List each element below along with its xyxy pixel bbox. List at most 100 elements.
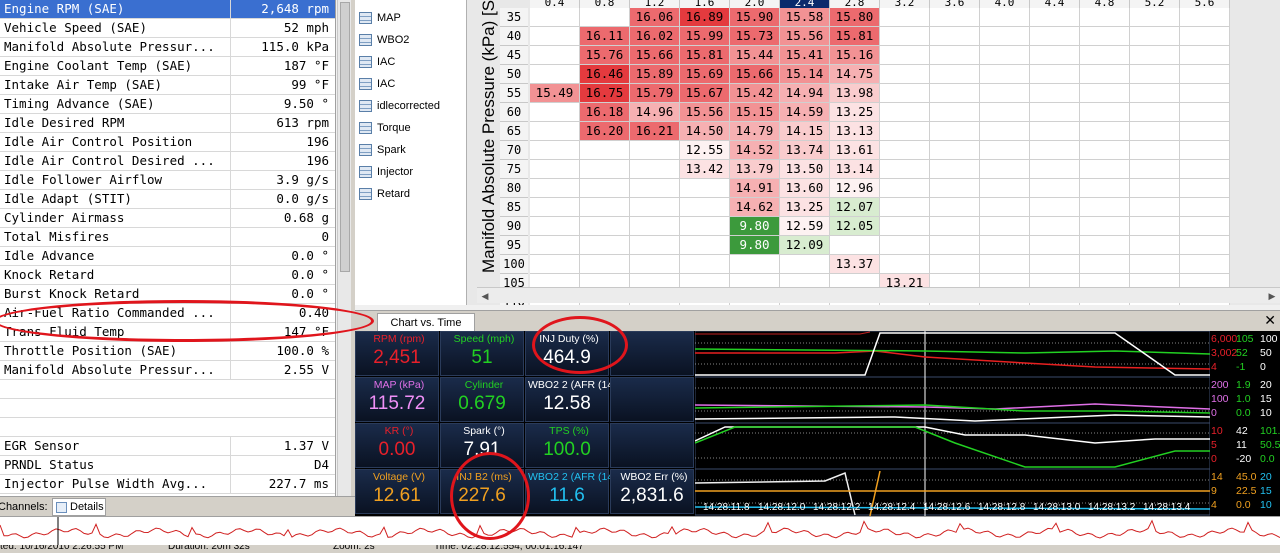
table-cell[interactable] bbox=[1080, 141, 1130, 160]
table-cell[interactable] bbox=[880, 65, 930, 84]
parameter-row[interactable]: Trans Fluid Temp 147 °F bbox=[0, 323, 335, 342]
table-cell[interactable] bbox=[1130, 122, 1180, 141]
table-cell[interactable] bbox=[1180, 65, 1230, 84]
table-cell[interactable]: 14.79 bbox=[730, 122, 780, 141]
row-header[interactable]: 40 bbox=[500, 27, 528, 46]
table-cell[interactable] bbox=[630, 141, 680, 160]
table-cell[interactable] bbox=[780, 255, 830, 274]
table-cell[interactable] bbox=[1080, 217, 1130, 236]
parameter-row[interactable]: Idle Follower Airflow 3.9 g/s bbox=[0, 171, 335, 190]
parameter-row[interactable]: Burst Knock Retard 0.0 ° bbox=[0, 285, 335, 304]
table-cell[interactable]: 15.90 bbox=[730, 8, 780, 27]
table-cell[interactable] bbox=[1080, 27, 1130, 46]
parameter-row[interactable]: Engine RPM (SAE) 2,648 rpm bbox=[0, 0, 335, 19]
column-header[interactable]: 5.6 bbox=[1180, 0, 1230, 8]
column-header[interactable]: 2.0 bbox=[730, 0, 780, 8]
table-cell[interactable] bbox=[730, 255, 780, 274]
table-cell[interactable]: 16.18 bbox=[580, 103, 630, 122]
table-cell[interactable] bbox=[530, 8, 580, 27]
table-cell[interactable]: 16.46 bbox=[580, 65, 630, 84]
table-cell[interactable]: 12.96 bbox=[830, 179, 880, 198]
table-cell[interactable] bbox=[530, 122, 580, 141]
parameter-row[interactable]: Vehicle Speed (SAE) 52 mph bbox=[0, 19, 335, 38]
table-cell[interactable] bbox=[1030, 103, 1080, 122]
table-cell[interactable] bbox=[980, 8, 1030, 27]
column-header[interactable]: 5.2 bbox=[1130, 0, 1180, 8]
table-cell[interactable]: 16.21 bbox=[630, 122, 680, 141]
table-cell[interactable] bbox=[880, 236, 930, 255]
table-cell[interactable]: 13.61 bbox=[830, 141, 880, 160]
table-cell[interactable]: 15.79 bbox=[630, 84, 680, 103]
table-cell[interactable] bbox=[980, 236, 1030, 255]
table-cell[interactable]: 16.20 bbox=[580, 122, 630, 141]
parameter-row[interactable]: Total Misfires 0 bbox=[0, 228, 335, 247]
table-cell[interactable] bbox=[930, 198, 980, 217]
table-cell[interactable]: 15.58 bbox=[780, 8, 830, 27]
table-cell[interactable]: 12.55 bbox=[680, 141, 730, 160]
table-cell[interactable] bbox=[830, 236, 880, 255]
table-cell[interactable] bbox=[980, 198, 1030, 217]
parameter-row[interactable]: Intake Air Temp (SAE) 99 °F bbox=[0, 76, 335, 95]
parameter-row[interactable]: Idle Air Control Position 196 bbox=[0, 133, 335, 152]
table-cell[interactable]: 15.56 bbox=[780, 27, 830, 46]
parameter-row[interactable]: Injector Pulse Width Avg... 227.7 ms bbox=[0, 475, 335, 494]
table-cell[interactable]: 9.80 bbox=[730, 236, 780, 255]
table-nav-item[interactable]: Spark bbox=[357, 140, 465, 160]
table-cell[interactable] bbox=[980, 179, 1030, 198]
table-cell[interactable] bbox=[680, 217, 730, 236]
parameter-row[interactable]: Manifold Absolute Pressur... 115.0 kPa bbox=[0, 38, 335, 57]
table-cell[interactable] bbox=[980, 160, 1030, 179]
table-cell[interactable]: 15.76 bbox=[580, 46, 630, 65]
table-cell[interactable] bbox=[1180, 255, 1230, 274]
log-timeline[interactable] bbox=[0, 516, 1280, 546]
table-cell[interactable] bbox=[1030, 46, 1080, 65]
table-cell[interactable]: 14.75 bbox=[830, 65, 880, 84]
parameter-row[interactable]: Knock Retard 0.0 ° bbox=[0, 266, 335, 285]
table-nav-item[interactable]: Injector bbox=[357, 162, 465, 182]
table-cell[interactable]: 15.16 bbox=[830, 46, 880, 65]
row-header[interactable]: 100 bbox=[500, 255, 528, 274]
table-cell[interactable] bbox=[1180, 8, 1230, 27]
column-header[interactable]: 1.6 bbox=[680, 0, 730, 8]
column-header[interactable]: 1.2 bbox=[630, 0, 680, 8]
table-cell[interactable] bbox=[880, 198, 930, 217]
scrollbar-thumb[interactable] bbox=[340, 2, 350, 272]
table-cell[interactable] bbox=[1130, 198, 1180, 217]
table-cell[interactable] bbox=[1030, 255, 1080, 274]
table-cell[interactable] bbox=[930, 255, 980, 274]
table-cell[interactable]: 12.05 bbox=[830, 217, 880, 236]
table-cell[interactable] bbox=[1180, 236, 1230, 255]
table-cell[interactable]: 13.25 bbox=[780, 198, 830, 217]
table-cell[interactable]: 15.42 bbox=[730, 84, 780, 103]
table-cell[interactable] bbox=[1130, 46, 1180, 65]
column-header[interactable]: 3.2 bbox=[880, 0, 930, 8]
table-cell[interactable] bbox=[1080, 255, 1130, 274]
table-cell[interactable] bbox=[530, 160, 580, 179]
table-cell[interactable] bbox=[880, 179, 930, 198]
table-cell[interactable] bbox=[530, 46, 580, 65]
table-cell[interactable]: 16.75 bbox=[580, 84, 630, 103]
table-cell[interactable]: 13.42 bbox=[680, 160, 730, 179]
table-cell[interactable] bbox=[530, 27, 580, 46]
table-cell[interactable]: 14.52 bbox=[730, 141, 780, 160]
parameter-row[interactable]: Manifold Absolute Pressur... 2.55 V bbox=[0, 361, 335, 380]
table-cell[interactable] bbox=[1130, 103, 1180, 122]
parameter-row[interactable]: Throttle Position (SAE) 100.0 % bbox=[0, 342, 335, 361]
table-nav-item[interactable]: idlecorrected bbox=[357, 96, 465, 116]
table-cell[interactable] bbox=[930, 160, 980, 179]
table-cell[interactable]: 13.37 bbox=[830, 255, 880, 274]
table-cell[interactable] bbox=[1180, 103, 1230, 122]
table-cell[interactable]: 15.67 bbox=[680, 84, 730, 103]
table-cell[interactable] bbox=[530, 179, 580, 198]
table-cell[interactable] bbox=[930, 141, 980, 160]
table-cell[interactable] bbox=[630, 217, 680, 236]
table-cell[interactable]: 16.89 bbox=[680, 8, 730, 27]
table-cell[interactable] bbox=[630, 236, 680, 255]
table-cell[interactable]: 15.66 bbox=[630, 46, 680, 65]
table-cell[interactable]: 15.41 bbox=[780, 46, 830, 65]
table-cell[interactable]: 14.62 bbox=[730, 198, 780, 217]
table-horizontal-scrollbar[interactable]: ◀ ▶ bbox=[477, 287, 1280, 303]
table-cell[interactable]: 13.79 bbox=[730, 160, 780, 179]
table-cell[interactable] bbox=[980, 84, 1030, 103]
parameter-row[interactable]: Timing Advance (SAE) 9.50 ° bbox=[0, 95, 335, 114]
